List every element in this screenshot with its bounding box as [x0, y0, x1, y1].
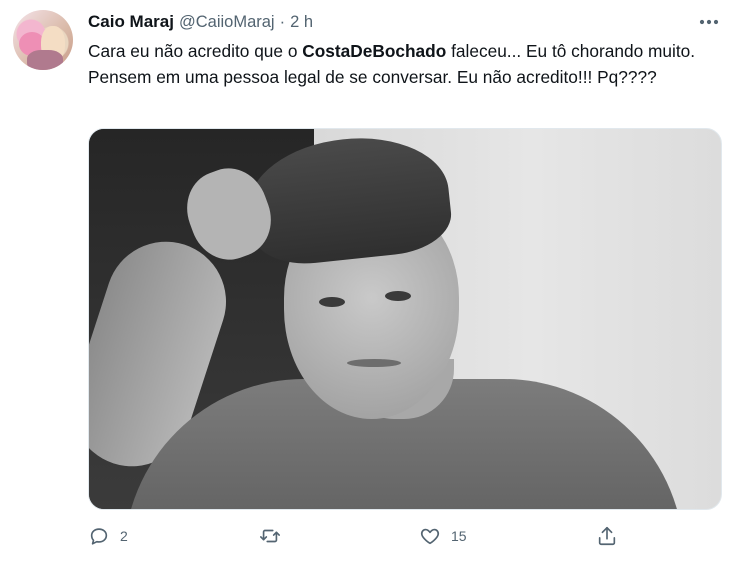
photo-mouth	[347, 359, 401, 367]
tweet-text-part: Cara eu não acredito que o	[88, 41, 303, 61]
tweet-text: Cara eu não acredito que o CostaDeBochad…	[88, 38, 723, 90]
share-icon	[598, 526, 616, 546]
mention-text: CostaDeBochado	[302, 41, 447, 61]
share-button[interactable]	[596, 522, 618, 550]
separator-dot: ·	[279, 12, 286, 31]
more-options-button[interactable]	[698, 12, 720, 32]
reply-count: 2	[120, 528, 128, 544]
reply-icon	[90, 528, 108, 545]
like-count: 15	[451, 528, 467, 544]
reply-button[interactable]: 2	[88, 522, 128, 550]
tweet-header: Caio Maraj @CaiioMaraj · 2 h	[88, 10, 313, 34]
like-icon	[420, 528, 440, 545]
photo-eye	[385, 291, 411, 301]
action-bar: 2 15	[88, 522, 648, 550]
photo-eye	[319, 297, 345, 307]
like-button[interactable]: 15	[419, 522, 467, 550]
tweet[interactable]: Caio Maraj @CaiioMaraj · 2 h Cara eu não…	[0, 0, 739, 561]
author-name[interactable]: Caio Maraj	[88, 12, 174, 32]
retweet-button[interactable]	[258, 522, 292, 550]
tweet-photo[interactable]	[88, 128, 722, 510]
avatar[interactable]	[13, 10, 73, 70]
author-handle[interactable]: @CaiioMaraj	[179, 13, 275, 32]
retweet-icon	[260, 529, 280, 543]
timestamp[interactable]: 2 h	[290, 13, 313, 32]
more-icon	[699, 19, 719, 25]
avatar-detail	[27, 50, 63, 70]
